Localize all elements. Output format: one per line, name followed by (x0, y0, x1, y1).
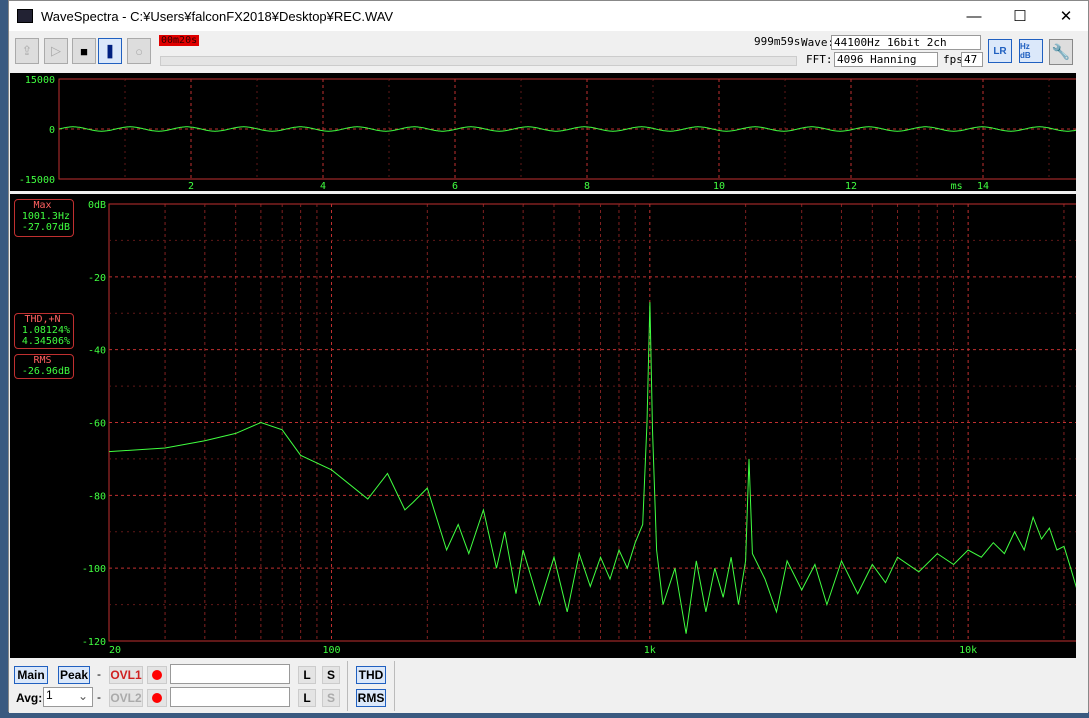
y-tick-label: 0dB (88, 200, 106, 211)
ovl2-button[interactable]: OVL2 (109, 689, 143, 707)
bottom-panel: Main Peak - OVL1 L S Avg: 1 ⌄ - OVL2 L S … (9, 658, 1088, 713)
x-tick-label: 14 (977, 181, 989, 191)
waveform-panel: 2 4 6 8 10 12 14 ms 15000 0 -15000 (10, 73, 1083, 192)
x-tick-label: 12 (845, 181, 857, 191)
x-tick-label: 2 (188, 181, 194, 191)
seek-slider[interactable] (160, 56, 797, 66)
record-dot-icon (152, 693, 162, 703)
hz-db-scale-button[interactable]: Hz dB (1019, 39, 1043, 63)
x-tick-label: 4 (320, 181, 326, 191)
avg-label: Avg: (16, 691, 43, 705)
chevron-down-icon: ⌄ (77, 689, 88, 703)
x-tick-label: 10k (959, 645, 977, 656)
rms-label: RMS (33, 355, 52, 366)
x-tick-label: 6 (452, 181, 458, 191)
record-ovl1-button[interactable] (147, 666, 167, 684)
y-tick-label: -60 (88, 419, 106, 430)
thd-label: THD,+N (24, 314, 61, 325)
max-level: -27.07dB (21, 222, 70, 233)
avg-select[interactable]: 1 ⌄ (43, 687, 93, 707)
total-time: 999m59s (754, 35, 801, 48)
toolbar: ⇪ ▷ ■ ❚ ○ 00m20s 999m59s Wave: 44100Hz 1… (9, 31, 1088, 71)
save-ovl1-button[interactable]: S (322, 666, 340, 684)
max-readout: Max 1001.3Hz -27.07dB (14, 199, 74, 237)
fft-setting-field[interactable]: 4096 Hanning (834, 52, 938, 67)
wave-format-field: 44100Hz 16bit 2ch (831, 35, 981, 50)
separator: - (97, 667, 101, 681)
ovl1-name-input[interactable] (170, 664, 290, 684)
ovl2-name-input[interactable] (170, 687, 290, 707)
save-ovl2-button[interactable]: S (322, 689, 340, 707)
y-tick-label: 0 (49, 125, 55, 136)
title-bar: WaveSpectra - C:¥Users¥falconFX2018¥Desk… (9, 1, 1088, 31)
peak-button[interactable]: Peak (58, 666, 90, 684)
fps-field: 47 (961, 52, 983, 67)
spectrum-line (108, 302, 1078, 634)
rms-button[interactable]: RMS (356, 689, 386, 707)
rms-readout: RMS -26.96dB (14, 354, 74, 379)
y-tick-label: -15000 (19, 175, 55, 186)
main-button[interactable]: Main (14, 666, 48, 684)
y-tick-label: -40 (88, 346, 106, 357)
window-title: WaveSpectra - C:¥Users¥falconFX2018¥Desk… (41, 8, 394, 24)
stop-button[interactable]: ■ (72, 38, 96, 64)
divider (347, 661, 348, 711)
thd-value: 1.08124% (21, 325, 70, 336)
ovl1-button[interactable]: OVL1 (109, 666, 143, 684)
separator: - (97, 690, 101, 704)
rms-value: -26.96dB (21, 366, 70, 377)
y-tick-label: -120 (82, 637, 106, 648)
load-ovl2-button[interactable]: L (298, 689, 316, 707)
wave-label: Wave: (801, 36, 835, 49)
thd-button[interactable]: THD (356, 666, 386, 684)
x-tick-label: 20 (109, 645, 121, 656)
y-tick-label: -100 (82, 564, 106, 575)
device-button[interactable]: ⇪ (15, 38, 39, 64)
minimize-button[interactable]: — (951, 1, 997, 31)
y-tick-label: 15000 (25, 75, 55, 86)
app-icon (17, 9, 33, 23)
waveform-chart: 2 4 6 8 10 12 14 ms 15000 0 -15000 (19, 75, 1083, 192)
divider (394, 661, 395, 711)
record-time: 00m20s (159, 35, 200, 46)
app-window: WaveSpectra - C:¥Users¥falconFX2018¥Desk… (8, 0, 1089, 713)
x-tick-label: 100 (322, 645, 340, 656)
load-ovl1-button[interactable]: L (298, 666, 316, 684)
record-dot-icon (152, 670, 162, 680)
settings-wrench-icon[interactable]: 🔧 (1049, 39, 1073, 65)
y-tick-label: -80 (88, 491, 106, 502)
y-tick-label: -20 (88, 273, 106, 284)
record-ovl2-button[interactable] (147, 689, 167, 707)
spectrum-chart: 20 100 1k 10k 0dB -20 -40 -60 -80 -100 -120 (82, 200, 1080, 656)
max-frequency: 1001.3Hz (21, 211, 70, 222)
maximize-button[interactable]: ☐ (997, 1, 1043, 31)
avg-value: 1 (46, 688, 53, 702)
fft-label: FFT: (806, 53, 833, 66)
lr-channel-button[interactable]: LR (988, 39, 1012, 63)
spectrum-panel: 20 100 1k 10k 0dB -20 -40 -60 -80 -100 -120 Max 10… (10, 194, 1080, 658)
pause-button[interactable]: ❚ (98, 38, 122, 64)
x-tick-label: 10 (713, 181, 725, 191)
thd-readout: THD,+N 1.08124% 4.34506% (14, 313, 74, 349)
record-button[interactable]: ○ (127, 38, 151, 64)
x-axis-label: ms (951, 181, 963, 191)
thdn-value: 4.34506% (21, 336, 70, 347)
play-button[interactable]: ▷ (44, 38, 68, 64)
x-tick-label: 8 (584, 181, 590, 191)
x-tick-label: 1k (644, 645, 656, 656)
close-button[interactable]: ✕ (1043, 1, 1089, 31)
max-label: Max (33, 200, 52, 211)
